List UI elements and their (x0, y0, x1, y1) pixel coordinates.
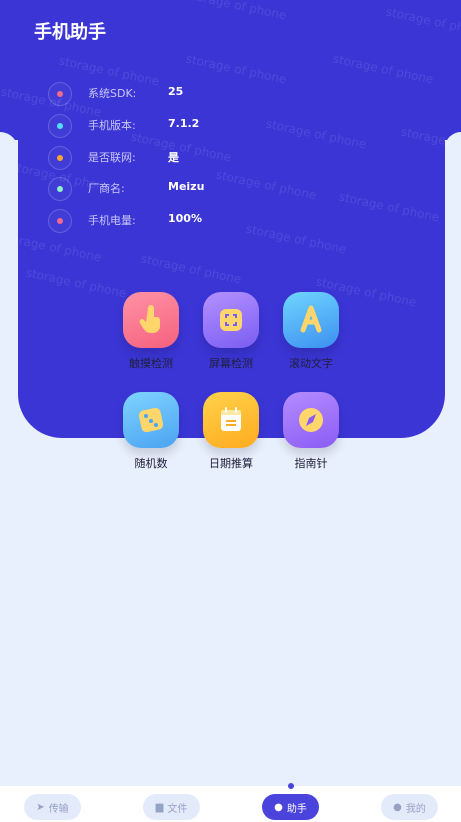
status-dot-ring (48, 209, 72, 233)
status-dot-icon (57, 218, 63, 224)
compass-icon (283, 392, 339, 448)
nav-label: 文件 (167, 803, 188, 815)
nav-label: 我的 (405, 803, 426, 815)
info-label: 手机电量: (88, 214, 136, 227)
nav-item-mine[interactable]: ● 我的 (381, 794, 438, 820)
info-row-sdk: 系统SDK: 25 (48, 82, 348, 106)
user-icon: ● (393, 801, 402, 813)
info-label: 手机版本: (88, 119, 136, 132)
dice-icon (123, 392, 179, 448)
status-dot-icon (57, 91, 63, 97)
nav-item-transfer[interactable]: ➤ 传输 (24, 794, 81, 820)
tool-random-number[interactable]: 随机数 (111, 392, 191, 471)
info-label: 厂商名: (88, 182, 125, 195)
folder-icon: ▆ (155, 801, 164, 813)
page-title: 手机助手 (34, 22, 106, 43)
status-dot-ring (48, 146, 72, 170)
info-value: Meizu (168, 180, 205, 193)
info-value: 25 (168, 85, 184, 98)
tool-scroll-text[interactable]: 滚动文字 (271, 292, 351, 371)
info-value: 是 (168, 151, 179, 164)
tool-screen-test[interactable]: 屏幕检测 (191, 292, 271, 371)
status-dot-icon (57, 123, 63, 129)
status-dot-icon (57, 186, 63, 192)
tool-label: 滚动文字 (289, 357, 333, 370)
info-row-vendor: 厂商名: Meizu (48, 177, 348, 201)
info-row-network: 是否联网: 是 (48, 146, 348, 170)
active-indicator-dot (288, 783, 294, 789)
nav-label: 传输 (48, 803, 69, 815)
status-dot-icon (57, 155, 63, 161)
tool-label: 屏幕检测 (209, 357, 253, 370)
tool-label: 触摸检测 (129, 357, 173, 370)
screen-frame-icon (203, 292, 259, 348)
tool-label: 日期推算 (209, 457, 253, 470)
tool-touch-test[interactable]: 触摸检测 (111, 292, 191, 371)
calendar-icon (203, 392, 259, 448)
nav-item-assistant[interactable]: ● 助手 (262, 794, 319, 820)
info-value: 7.1.2 (168, 117, 200, 130)
tool-label: 随机数 (134, 457, 168, 470)
info-row-version: 手机版本: 7.1.2 (48, 114, 348, 138)
assistant-icon: ● (274, 801, 283, 813)
nav-item-files[interactable]: ▆ 文件 (143, 794, 200, 820)
info-value: 100% (168, 212, 202, 225)
send-icon: ➤ (36, 801, 45, 813)
letter-a-icon (283, 292, 339, 348)
status-dot-ring (48, 177, 72, 201)
status-dot-ring (48, 82, 72, 106)
tool-compass[interactable]: 指南针 (271, 392, 351, 471)
info-row-battery: 手机电量: 100% (48, 209, 348, 233)
touch-hand-icon (123, 292, 179, 348)
info-label: 系统SDK: (88, 87, 137, 100)
nav-label: 助手 (286, 803, 307, 815)
tool-date-calc[interactable]: 日期推算 (191, 392, 271, 471)
info-label: 是否联网: (88, 151, 136, 164)
status-dot-ring (48, 114, 72, 138)
tool-label: 指南针 (294, 457, 328, 470)
